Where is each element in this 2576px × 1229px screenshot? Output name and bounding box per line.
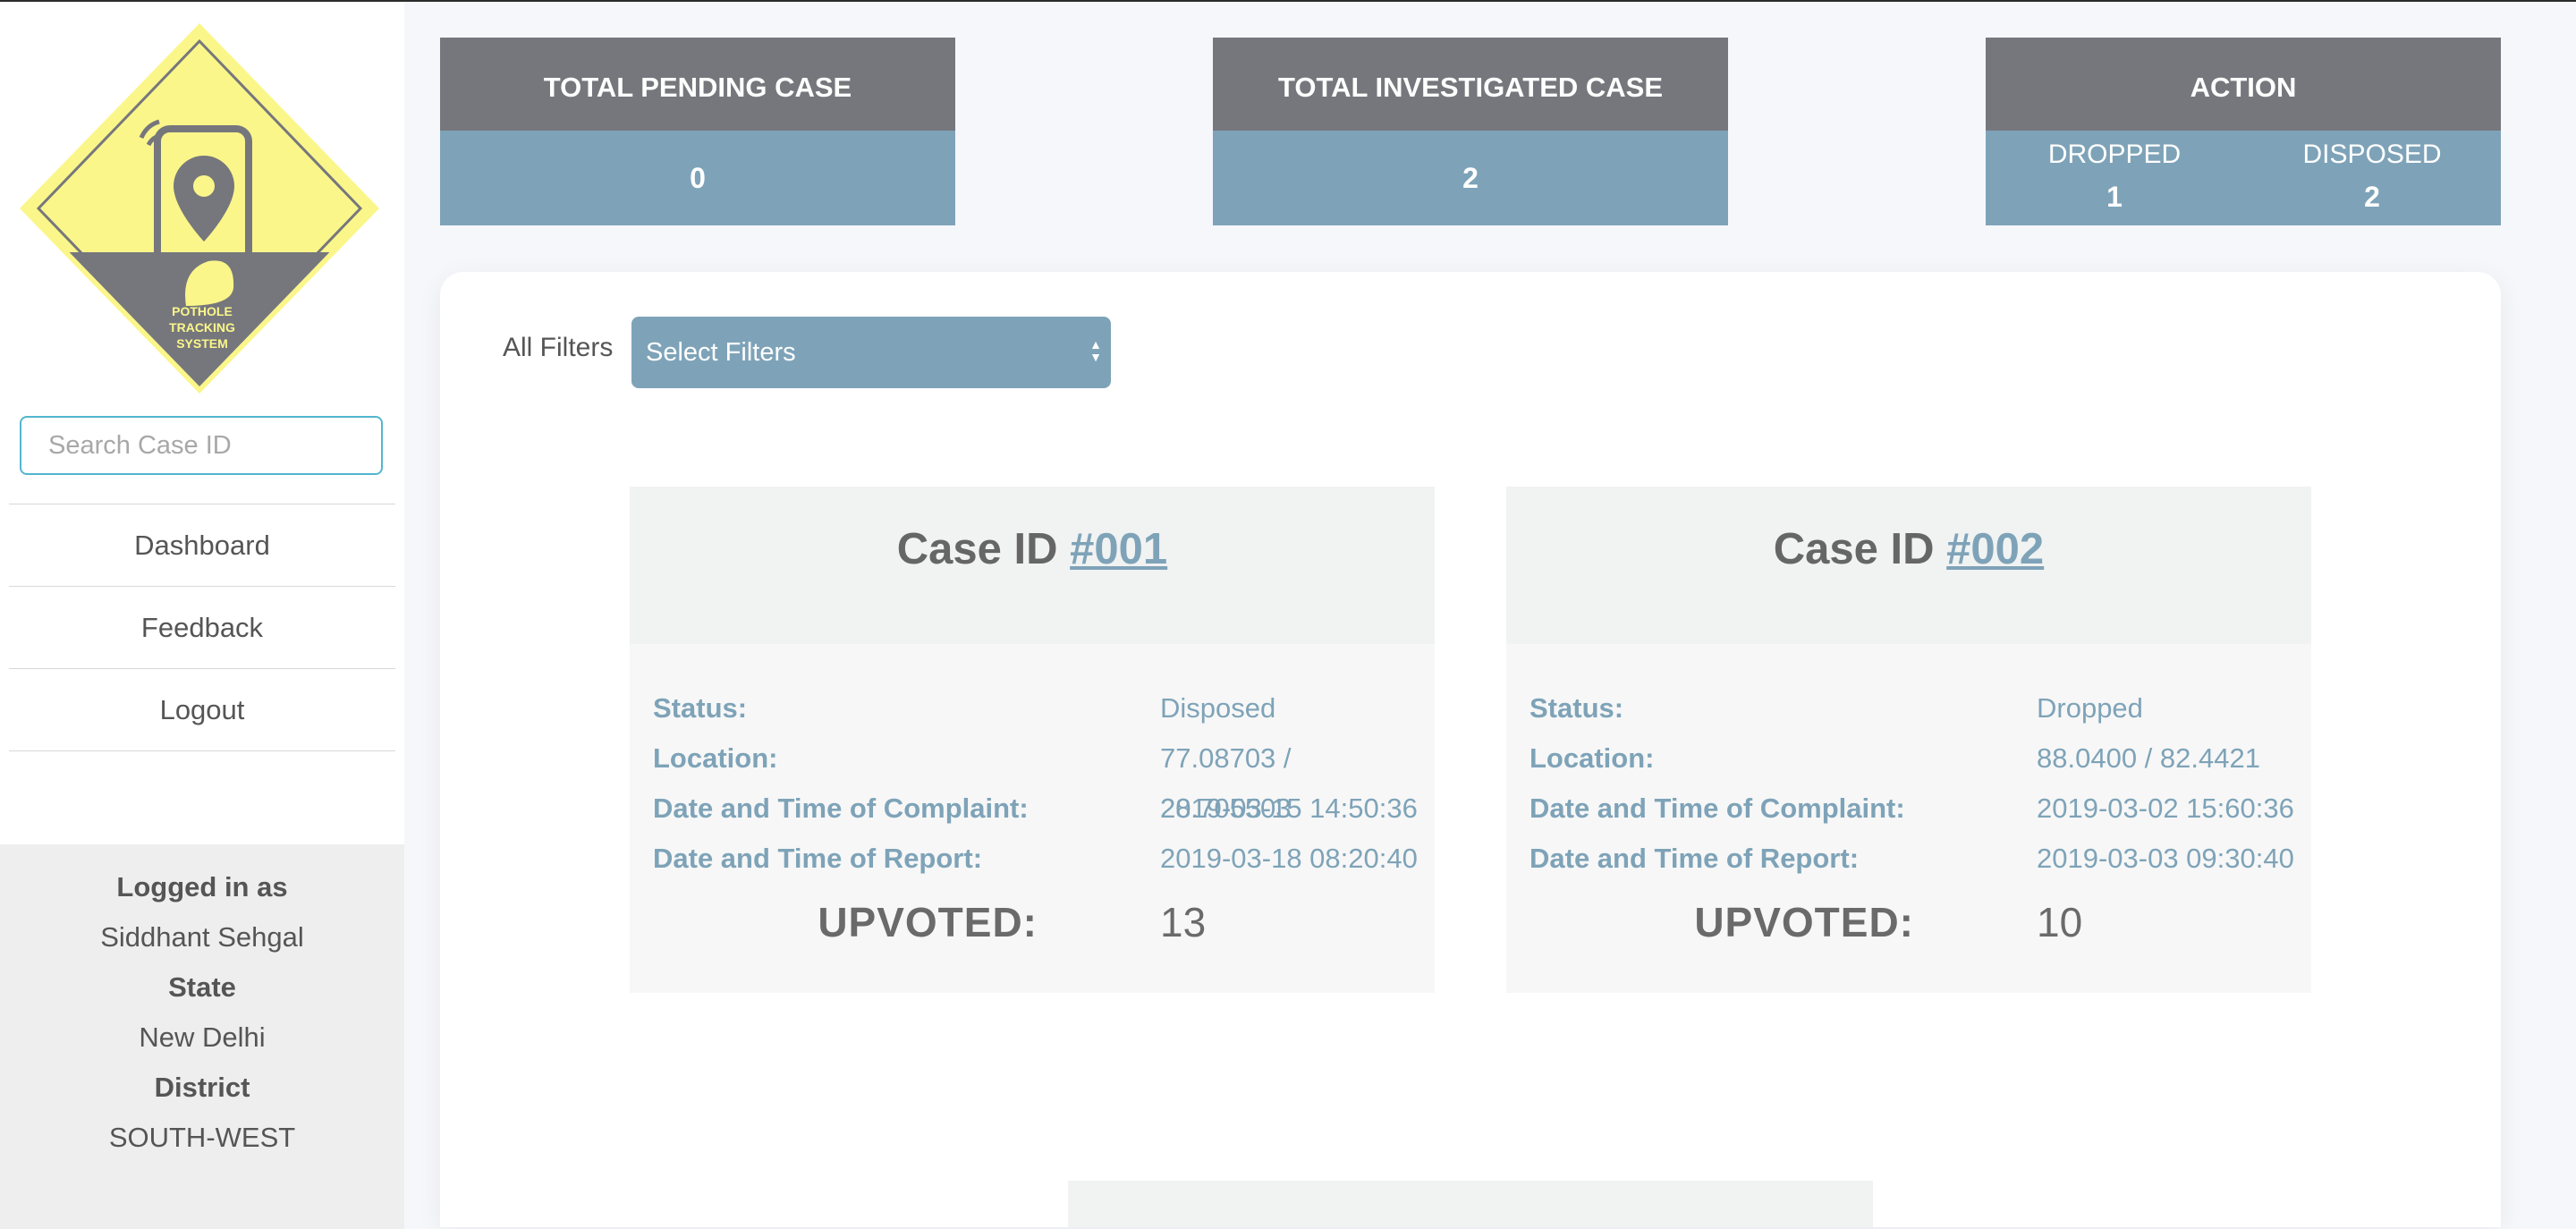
case-upvote-row: UPVOTED: 10: [1530, 898, 2299, 961]
location-label: Location:: [1530, 742, 1655, 774]
action-disposed-count: 2: [2364, 181, 2380, 213]
nav-logout[interactable]: Logout: [9, 668, 395, 751]
case-title: Case ID #002: [1506, 487, 2311, 644]
next-case-card-partial: [1068, 1181, 1873, 1227]
case-location-row: Location: 88.0400 / 82.4421: [1530, 733, 2299, 784]
location-value: 88.0400 / 82.4421: [2037, 742, 2260, 774]
status-value: Dropped: [2037, 692, 2143, 724]
complaint-label: Date and Time of Complaint:: [1530, 792, 1905, 824]
upvoted-label: UPVOTED:: [1694, 899, 1914, 945]
case-title-prefix: Case ID: [896, 525, 1071, 573]
stat-action-body: DROPPED 1 DISPOSED 2: [1986, 131, 2501, 225]
stat-action-label: ACTION: [1986, 38, 2501, 131]
case-status-row: Status: Disposed: [653, 683, 1422, 733]
select-arrows-icon: ▲ ▼: [1089, 337, 1102, 364]
nav-dashboard[interactable]: Dashboard: [9, 504, 395, 586]
stat-card-investigated: TOTAL INVESTIGATED CASE 2: [1213, 38, 1728, 225]
location-label: Location:: [653, 742, 778, 774]
case-card-001: Case ID #001 Status: Disposed Location: …: [630, 487, 1435, 993]
status-value: Disposed: [1160, 692, 1276, 724]
case-complaint-row: Date and Time of Complaint: 2019-03-02 1…: [1530, 784, 2299, 834]
report-value: 2019-03-18 08:20:40: [1160, 843, 1418, 874]
filters-label: All Filters: [503, 333, 614, 362]
stat-pending-label: TOTAL PENDING CASE: [440, 38, 955, 131]
cases-panel: All Filters Select Filters ▲ ▼ Case ID #0…: [440, 272, 2501, 1227]
report-value: 2019-03-03 09:30:40: [2037, 843, 2294, 874]
logo-text-line3: SYSTEM: [176, 336, 228, 351]
stat-pending-value: 0: [440, 131, 955, 225]
action-disposed-label: DISPOSED: [2302, 140, 2442, 169]
action-disposed: DISPOSED 2: [2243, 131, 2501, 225]
filters-selected-value: Select Filters: [646, 338, 796, 367]
complaint-value: 2019-03-02 15:60:36: [2037, 792, 2294, 824]
sidebar: POTHOLE TRACKING SYSTEM Dashboard Feedba…: [0, 2, 404, 1229]
stat-card-action: ACTION DROPPED 1 DISPOSED 2: [1986, 38, 2501, 225]
status-label: Status:: [1530, 692, 1624, 724]
user-name: Siddhant Sehgal: [100, 921, 304, 953]
district-value: SOUTH-WEST: [108, 1122, 296, 1153]
sidebar-nav: Dashboard Feedback Logout: [9, 504, 395, 751]
nav-feedback[interactable]: Feedback: [9, 586, 395, 668]
report-label: Date and Time of Report:: [1530, 843, 1860, 874]
complaint-value: 2019-03-15 14:50:36: [1160, 792, 1418, 824]
status-label: Status:: [653, 692, 748, 724]
action-dropped-label: DROPPED: [2047, 140, 2182, 169]
case-card-002: Case ID #002 Status: Dropped Location: 8…: [1506, 487, 2311, 993]
user-info-panel: Logged in as Siddhant Sehgal State New D…: [0, 844, 404, 1229]
filters-select[interactable]: Select Filters ▲ ▼: [631, 317, 1111, 388]
report-label: Date and Time of Report:: [653, 843, 983, 874]
case-title-prefix: Case ID: [1773, 525, 1947, 573]
case-complaint-row: Date and Time of Complaint: 2019-03-15 1…: [653, 784, 1422, 834]
stat-investigated-label: TOTAL INVESTIGATED CASE: [1213, 38, 1728, 131]
stat-card-pending: TOTAL PENDING CASE 0: [440, 38, 955, 225]
case-title: Case ID #001: [630, 487, 1435, 644]
search-case-input[interactable]: [20, 416, 383, 475]
logged-in-label: Logged in as: [116, 871, 288, 903]
case-upvote-row: UPVOTED: 13: [653, 898, 1422, 961]
upvoted-count: 10: [2037, 899, 2083, 945]
logo-text-line1: POTHOLE: [172, 304, 233, 318]
district-label: District: [154, 1072, 250, 1103]
state-label: State: [168, 971, 236, 1003]
state-value: New Delhi: [139, 1021, 266, 1053]
logo-text-line2: TRACKING: [169, 320, 235, 335]
case-id-link[interactable]: #001: [1070, 525, 1167, 573]
action-dropped: DROPPED 1: [1986, 131, 2243, 225]
complaint-label: Date and Time of Complaint:: [653, 792, 1029, 824]
upvoted-count: 13: [1160, 899, 1207, 945]
action-dropped-count: 1: [2106, 181, 2123, 213]
stat-investigated-value: 2: [1213, 131, 1728, 225]
case-report-row: Date and Time of Report: 2019-03-03 09:3…: [1530, 834, 2299, 884]
case-location-row: Location: 77.08703 / 28.705503: [653, 733, 1422, 824]
case-report-row: Date and Time of Report: 2019-03-18 08:2…: [653, 834, 1422, 884]
case-id-link[interactable]: #002: [1946, 525, 2044, 573]
pothole-tracking-logo: POTHOLE TRACKING SYSTEM: [20, 23, 379, 394]
upvoted-label: UPVOTED:: [818, 899, 1038, 945]
case-status-row: Status: Dropped: [1530, 683, 2299, 733]
